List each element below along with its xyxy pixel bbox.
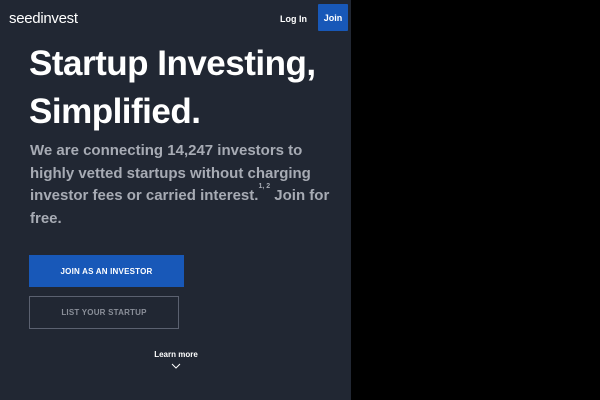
learn-more-label: Learn more [154,350,198,359]
join-button[interactable]: Join [318,4,348,31]
list-your-startup-button[interactable]: LIST YOUR STARTUP [29,296,179,329]
login-link[interactable]: Log In [280,14,307,24]
footnote-markers[interactable]: 1, 2 [258,183,270,190]
chevron-down-icon [171,363,181,369]
landing-page: seedinvest Log In Join Startup Investing… [0,0,351,400]
seedinvest-logo[interactable]: seedinvest [9,10,78,27]
empty-viewport-area [351,0,600,400]
join-as-investor-button[interactable]: JOIN AS AN INVESTOR [29,255,184,287]
browser-viewport: seedinvest Log In Join Startup Investing… [0,0,600,400]
hero-description: We are connecting 14,247 investors to hi… [30,140,330,230]
headline-line-2: Simplified. [29,92,201,131]
page-headline: Startup Investing, Simplified. [29,40,339,136]
learn-more-link[interactable]: Learn more [146,350,206,369]
description-text: We are connecting 14,247 investors to hi… [30,142,311,204]
headline-line-1: Startup Investing, [29,44,316,83]
